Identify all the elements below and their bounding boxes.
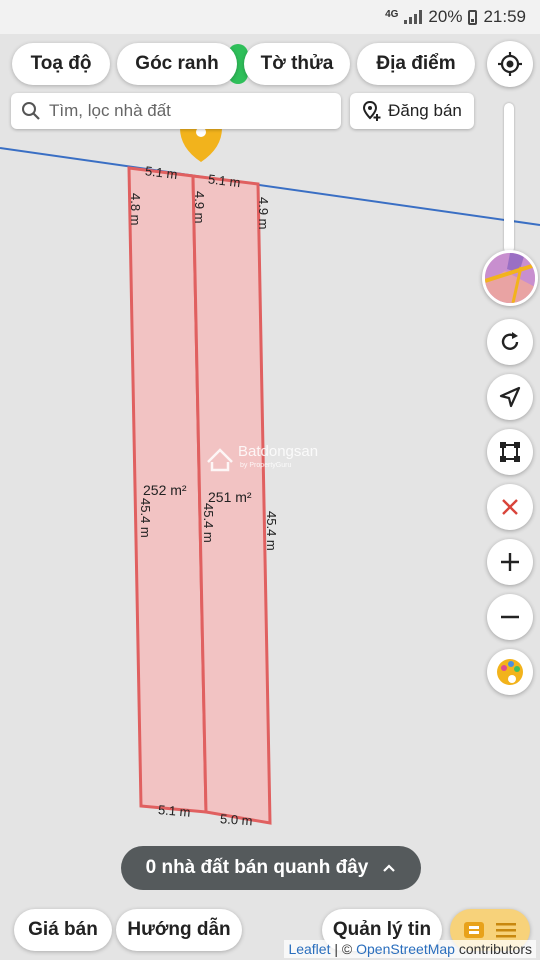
watermark-text: Batdongsan	[238, 443, 318, 460]
location-marker-icon[interactable]	[180, 127, 222, 162]
clear-button[interactable]	[487, 484, 533, 530]
select-area-button[interactable]	[487, 429, 533, 475]
leaflet-link[interactable]: Leaflet	[288, 941, 330, 957]
refresh-icon	[501, 332, 519, 350]
map-canvas: Batdongsan by PropertyGuru 5.1 m 4.8 m 2…	[0, 127, 540, 828]
chip-corner-boundary[interactable]: Góc ranh	[117, 43, 237, 85]
search-input[interactable]	[49, 101, 329, 121]
clock: 21:59	[483, 7, 526, 26]
battery-percent: 20%	[428, 7, 463, 26]
my-location-button[interactable]	[487, 41, 533, 87]
minus-icon	[501, 615, 519, 619]
parcel-1-area: 252 m²	[143, 482, 187, 498]
app-logo-icon	[464, 922, 484, 938]
chip-location[interactable]: Địa điểm	[357, 43, 475, 85]
parcel-2-side-left-short: 4.9 m	[192, 191, 207, 224]
parcel-2-bottom-length: 5.0 m	[220, 811, 253, 828]
layer-map-icon	[485, 253, 535, 303]
chip-land-sheet[interactable]: Tờ thửa	[244, 43, 350, 85]
price-button-label: Giá bán	[28, 919, 98, 940]
chip-coordinates[interactable]: Toạ độ	[12, 43, 110, 85]
battery-icon	[468, 9, 478, 25]
search-bar[interactable]	[11, 93, 341, 129]
parcel-1-side-short: 4.8 m	[128, 193, 143, 226]
attribution-contributors: contributors	[454, 941, 532, 957]
palette-icon	[497, 659, 523, 685]
guide-button[interactable]: Hướng dẫn	[116, 909, 242, 951]
map-view[interactable]: Batdongsan by PropertyGuru 5.1 m 4.8 m 2…	[0, 34, 540, 960]
signal-icon	[404, 10, 423, 24]
post-listing-label: Đăng bán	[388, 101, 462, 120]
manage-listings-label: Quản lý tin	[332, 919, 432, 940]
zoom-out-button[interactable]	[487, 594, 533, 640]
plus-icon	[501, 553, 519, 571]
network-type: 4G	[385, 8, 399, 20]
price-button[interactable]: Giá bán	[14, 909, 112, 951]
attribution-separator: | ©	[330, 941, 357, 957]
bounding-box-icon	[500, 442, 520, 462]
status-bar: 4G 20% 21:59	[0, 0, 540, 34]
zoom-in-button[interactable]	[487, 539, 533, 585]
navigation-arrow-icon	[499, 386, 521, 408]
zoom-slider[interactable]	[504, 103, 514, 253]
osm-link[interactable]: OpenStreetMap	[356, 941, 455, 957]
chip-corner-boundary-label: Góc ranh	[135, 53, 219, 74]
navigate-button[interactable]	[487, 374, 533, 420]
guide-button-label: Hướng dẫn	[127, 919, 231, 940]
chip-land-sheet-label: Tờ thửa	[260, 53, 334, 74]
watermark-subtext: by PropertyGuru	[240, 462, 291, 469]
add-location-icon	[363, 100, 381, 121]
chip-coordinates-label: Toạ độ	[30, 53, 92, 74]
parcel-1-left-length: 45.4 m	[138, 498, 153, 538]
post-listing-button[interactable]: Đăng bán	[350, 93, 474, 129]
parcel-2-side-right-short: 4.9 m	[256, 197, 271, 230]
nearby-listings-pill[interactable]: 0 nhà đất bán quanh đây	[121, 846, 421, 890]
parcel-2-left-length: 45.4 m	[201, 503, 216, 543]
map-attribution: Leaflet | © OpenStreetMap contributors	[284, 940, 536, 958]
parcel-1-bottom-length: 5.1 m	[157, 802, 191, 820]
parcel-2-right-length: 45.4 m	[264, 511, 279, 551]
layer-switcher[interactable]	[482, 250, 538, 306]
close-icon	[502, 499, 518, 515]
nearby-listings-label: 0 nhà đất bán quanh đây	[145, 857, 369, 878]
theme-button[interactable]	[487, 649, 533, 695]
search-icon	[22, 102, 40, 120]
refresh-button[interactable]	[487, 319, 533, 365]
chevron-up-icon	[383, 864, 396, 872]
chip-location-label: Địa điểm	[376, 53, 456, 74]
crosshair-icon	[498, 52, 522, 76]
hamburger-menu-icon	[496, 923, 516, 938]
